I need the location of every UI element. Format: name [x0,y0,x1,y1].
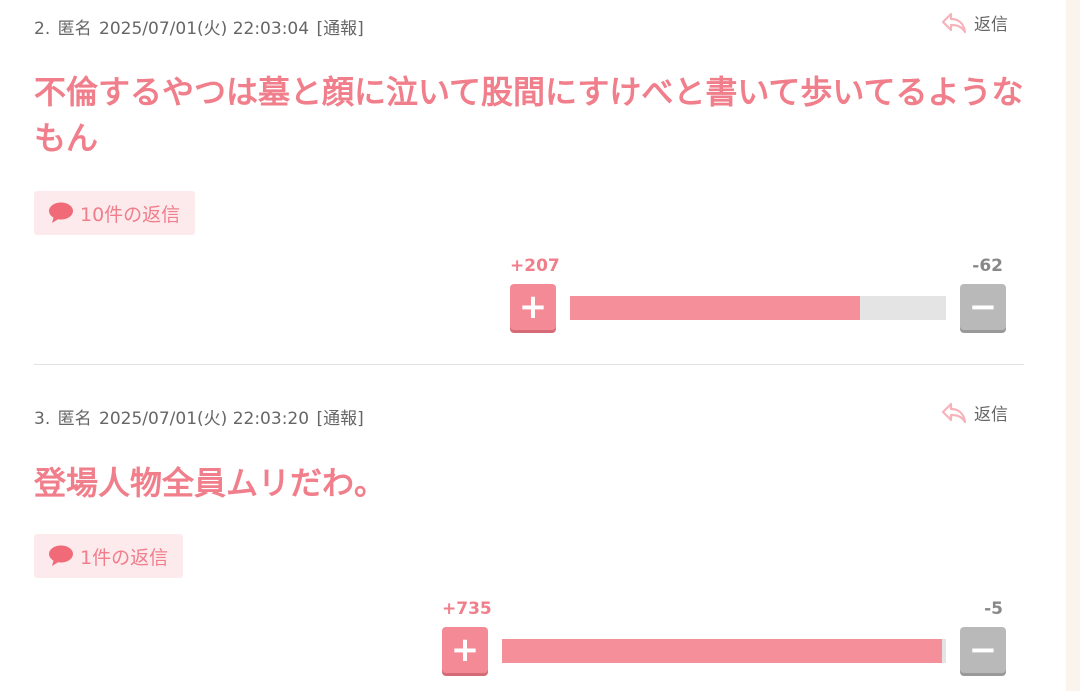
comment-body: 登場人物全員ムリだわ。 [34,464,387,502]
comments-page: 2. 匿名 2025/07/01(火) 22:03:04 [通報] 返信 不倫す… [0,0,1066,691]
comment-datetime: 2025/07/01(火) 22:03:04 [99,19,310,39]
vote-ratio-fill [502,639,942,663]
comment-meta: 2. 匿名 2025/07/01(火) 22:03:04 [通報] [34,14,366,39]
minus-button[interactable]: − [960,627,1006,673]
reply-label: 返信 [974,15,1008,35]
reply-arrow-icon [941,12,967,33]
minus-count: -5 [984,599,1003,619]
reply-button[interactable]: 返信 [940,10,1008,35]
comment-divider [34,364,1024,365]
reply-count-button[interactable]: 1件の返信 [34,534,184,578]
minus-icon: − [968,630,998,670]
vote-ratio-fill [570,296,860,320]
comment-number: 3. [34,409,51,429]
reply-button[interactable]: 返信 [940,400,1008,425]
plus-icon: + [450,630,480,670]
speech-bubble-icon [49,202,73,223]
comment-meta: 3. 匿名 2025/07/01(火) 22:03:20 [通報] [34,404,366,429]
comment-author: 匿名 [57,409,92,429]
vote-ratio-bar [570,296,946,320]
report-link[interactable]: [通報] [316,19,363,39]
comment-author: 匿名 [57,19,92,39]
plus-count: +207 [510,256,560,276]
vote-widget: +207 -62 + − [510,256,1008,336]
reply-arrow-icon [941,402,967,423]
reply-label: 返信 [974,405,1008,425]
report-link[interactable]: [通報] [316,409,363,429]
plus-button[interactable]: + [510,284,556,330]
comment-datetime: 2025/07/01(火) 22:03:20 [99,409,310,429]
minus-count: -62 [972,256,1003,276]
comment-2: 2. 匿名 2025/07/01(火) 22:03:04 [通報] 返信 不倫す… [34,12,1024,354]
minus-icon: − [968,287,998,327]
comment-3: 3. 匿名 2025/07/01(火) 22:03:20 [通報] 返信 登場人… [34,402,1024,691]
plus-icon: + [518,287,548,327]
reply-count-label: 10件の返信 [80,203,181,226]
comment-body: 不倫するやつは墓と顔に泣いて股間にすけべと書いて歩いてるようなもん [34,73,1024,157]
speech-bubble-icon [49,545,73,566]
minus-button[interactable]: − [960,284,1006,330]
plus-button[interactable]: + [442,627,488,673]
plus-count: +735 [442,599,492,619]
vote-widget: +735 -5 + − [442,599,1008,679]
reply-count-label: 1件の返信 [80,546,169,569]
comment-number: 2. [34,19,51,39]
reply-count-button[interactable]: 10件の返信 [34,191,196,235]
vote-ratio-bar [502,639,946,663]
